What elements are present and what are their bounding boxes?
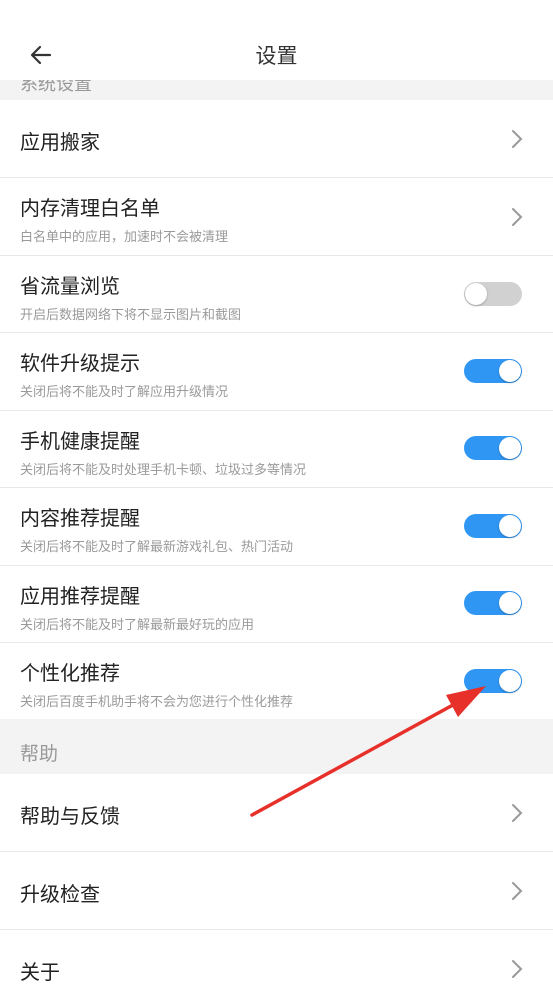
update-prompt-toggle[interactable] [464,359,522,383]
setting-row-upgrade-check[interactable]: 升级检查 [0,852,553,930]
setting-row-feedback[interactable]: 帮助与反馈 [0,774,553,852]
toggle-knob [499,670,521,692]
setting-label: 软件升级提示 [20,351,140,375]
setting-description: 开启后数据网络下将不显示图片和截图 [20,308,242,323]
app-recommend-toggle[interactable] [464,591,522,615]
chevron-right-icon [512,804,523,822]
setting-description: 关闭后将不能及时了解最新最好玩的应用 [20,618,255,633]
app-header: 设置 [0,0,553,80]
setting-label: 应用搬家 [20,130,100,154]
setting-description: 关闭后百度手机助手将不会为您进行个性化推荐 [20,695,294,710]
setting-row-memory-whitelist[interactable]: 内存清理白名单 白名单中的应用，加速时不会被清理 [0,178,553,256]
setting-row-health-reminder: 手机健康提醒 关闭后将不能及时处理手机卡顿、垃圾过多等情况 [0,411,553,488]
chevron-right-icon [512,960,523,978]
setting-label: 帮助与反馈 [20,804,120,828]
chevron-right-icon [512,882,523,900]
health-reminder-toggle[interactable] [464,436,522,460]
setting-label: 个性化推荐 [20,661,120,685]
setting-description: 关闭后将不能及时了解最新游戏礼包、热门活动 [20,540,294,555]
content-recommend-toggle[interactable] [464,514,522,538]
setting-label: 应用推荐提醒 [20,584,140,608]
setting-label: 内存清理白名单 [20,196,160,220]
setting-label: 省流量浏览 [20,274,120,298]
setting-label: 内容推荐提醒 [20,506,140,530]
section-title-help: 帮助 [20,743,59,765]
data-saver-toggle[interactable] [464,282,522,306]
setting-description: 关闭后将不能及时处理手机卡顿、垃圾过多等情况 [20,463,307,478]
page-title: 设置 [255,44,298,68]
chevron-right-icon [512,130,523,148]
toggle-knob [465,283,487,305]
toggle-knob [499,592,521,614]
setting-label: 升级检查 [20,882,100,906]
setting-row-personalized: 个性化推荐 关闭后百度手机助手将不会为您进行个性化推荐 [0,643,553,719]
setting-row-update-prompt: 软件升级提示 关闭后将不能及时了解应用升级情况 [0,333,553,411]
setting-row-content-recommend: 内容推荐提醒 关闭后将不能及时了解最新游戏礼包、热门活动 [0,488,553,566]
section-title-system: 系统设置 [20,80,92,95]
section-header-help: 帮助 [0,719,553,774]
toggle-knob [499,437,521,459]
setting-description: 白名单中的应用，加速时不会被清理 [20,230,229,245]
setting-row-app-recommend: 应用推荐提醒 关闭后将不能及时了解最新最好玩的应用 [0,566,553,643]
toggle-knob [499,515,521,537]
setting-description: 关闭后将不能及时了解应用升级情况 [20,385,229,400]
setting-row-data-saver: 省流量浏览 开启后数据网络下将不显示图片和截图 [0,256,553,333]
toggle-knob [499,360,521,382]
setting-label: 手机健康提醒 [20,429,140,453]
personalized-toggle[interactable] [464,669,522,693]
setting-row-about[interactable]: 关于 [0,930,553,984]
chevron-right-icon [512,208,523,226]
section-header-system: 系统设置 [0,80,553,100]
setting-label: 关于 [20,960,60,984]
setting-row-move-app[interactable]: 应用搬家 [0,100,553,178]
